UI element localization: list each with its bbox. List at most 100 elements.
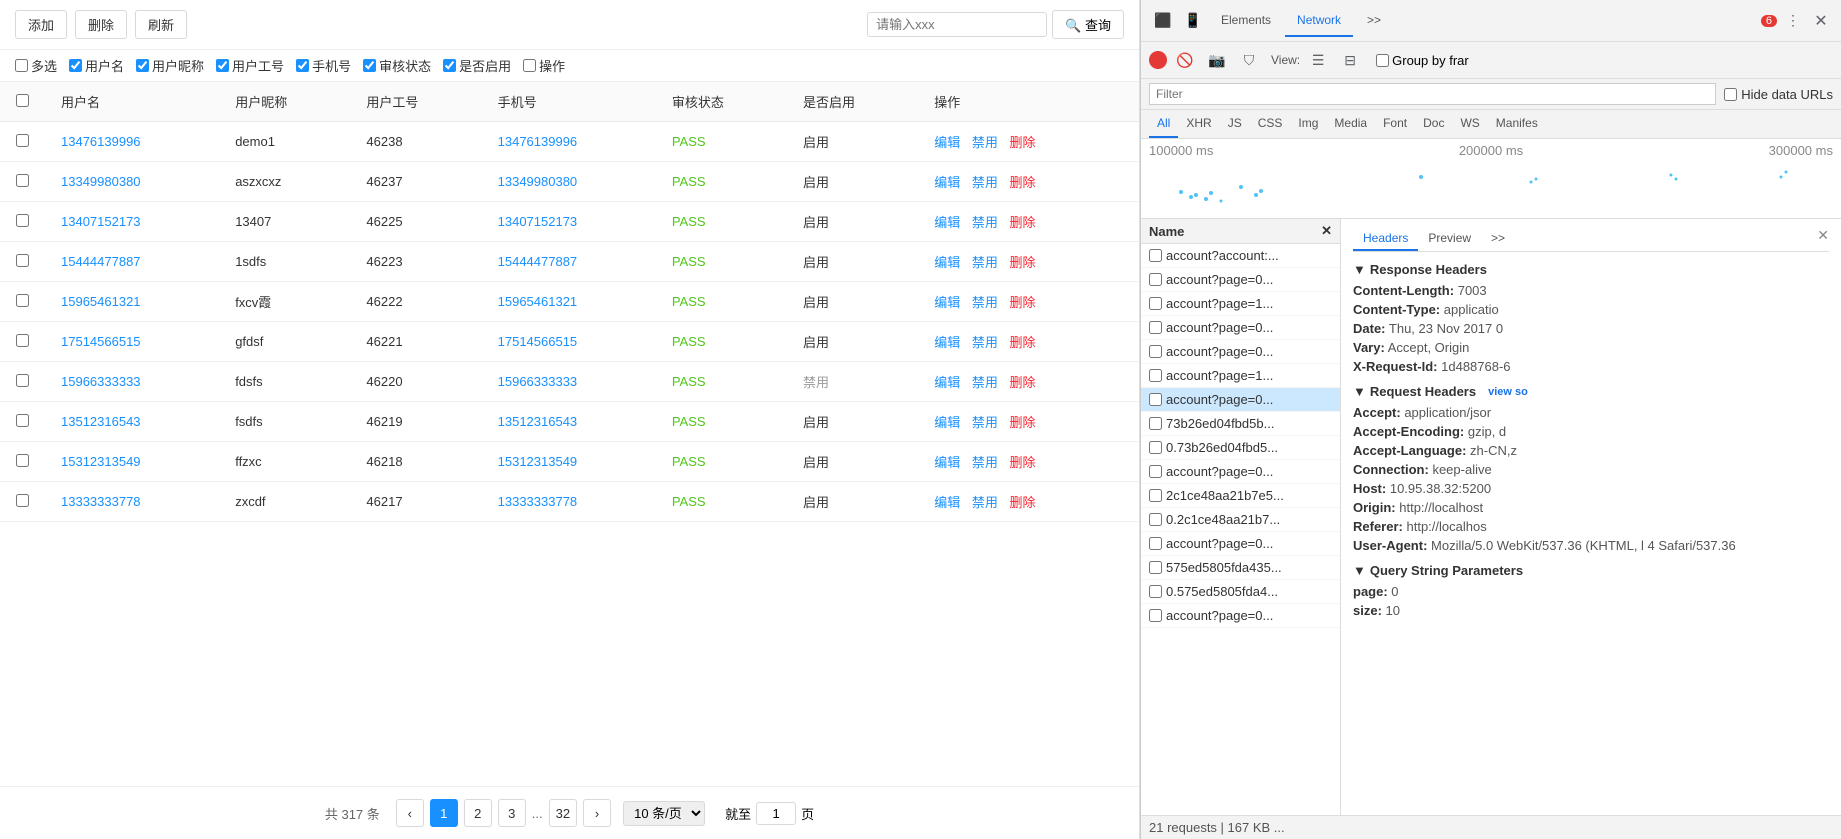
delete-button[interactable]: 删除 [1010, 332, 1036, 351]
filter-userid[interactable]: 用户工号 [216, 56, 284, 75]
delete-button[interactable]: 删除 [1010, 492, 1036, 511]
type-xhr[interactable]: XHR [1178, 110, 1219, 138]
filter-network-btn[interactable]: ⛉ [1235, 46, 1263, 74]
page-3-button[interactable]: 3 [498, 799, 526, 827]
type-js[interactable]: JS [1220, 110, 1250, 138]
list-item[interactable]: account?page=0... [1141, 268, 1340, 292]
filter-action[interactable]: 操作 [523, 56, 565, 75]
request-headers-arrow[interactable]: ▼ [1353, 384, 1366, 399]
tab-network[interactable]: Network [1285, 5, 1353, 37]
delete-button[interactable]: 删除 [1010, 412, 1036, 431]
disable-button[interactable]: 禁用 [972, 412, 998, 431]
type-all[interactable]: All [1149, 110, 1178, 138]
delete-button[interactable]: 删除 [75, 10, 127, 39]
inspect-icon-btn[interactable]: ⬛ [1149, 7, 1177, 35]
devtools-close-btn[interactable]: ✕ [1809, 9, 1833, 33]
row-checkbox[interactable] [16, 294, 29, 307]
list-item[interactable]: 0.575ed5805fda4... [1141, 580, 1340, 604]
filter-nickname[interactable]: 用户昵称 [136, 56, 204, 75]
next-page-button[interactable]: › [583, 799, 611, 827]
edit-button[interactable]: 编辑 [934, 292, 960, 311]
list-item[interactable]: account?page=0... [1141, 604, 1340, 628]
type-media[interactable]: Media [1326, 110, 1375, 138]
delete-button[interactable]: 删除 [1010, 452, 1036, 471]
delete-button[interactable]: 删除 [1010, 372, 1036, 391]
row-checkbox[interactable] [16, 414, 29, 427]
close-name-list-btn[interactable]: ✕ [1321, 223, 1332, 239]
page-1-button[interactable]: 1 [430, 799, 458, 827]
add-button[interactable]: 添加 [15, 10, 67, 39]
page-size-select[interactable]: 10 条/页 20 条/页 50 条/页 [623, 801, 705, 826]
type-ws[interactable]: WS [1452, 110, 1487, 138]
response-headers-arrow[interactable]: ▼ [1353, 262, 1366, 277]
edit-button[interactable]: 编辑 [934, 132, 960, 151]
delete-button[interactable]: 删除 [1010, 132, 1036, 151]
close-detail-btn[interactable]: ✕ [1817, 227, 1829, 251]
type-css[interactable]: CSS [1250, 110, 1291, 138]
type-manifest[interactable]: Manifes [1488, 110, 1546, 138]
detail-tab-headers[interactable]: Headers [1353, 227, 1418, 251]
row-checkbox[interactable] [16, 374, 29, 387]
disable-button[interactable]: 禁用 [972, 172, 998, 191]
query-params-arrow[interactable]: ▼ [1353, 563, 1366, 578]
record-button[interactable] [1149, 51, 1167, 69]
list-item[interactable]: 0.2c1ce48aa21b7... [1141, 508, 1340, 532]
disable-button[interactable]: 禁用 [972, 292, 998, 311]
camera-btn[interactable]: 📷 [1203, 46, 1231, 74]
list-item[interactable]: 575ed5805fda435... [1141, 556, 1340, 580]
row-checkbox[interactable] [16, 494, 29, 507]
edit-button[interactable]: 编辑 [934, 212, 960, 231]
disable-button[interactable]: 禁用 [972, 492, 998, 511]
type-doc[interactable]: Doc [1415, 110, 1452, 138]
list-item[interactable]: account?account:... [1141, 244, 1340, 268]
view-grid-btn[interactable]: ⊟ [1336, 46, 1364, 74]
row-checkbox[interactable] [16, 174, 29, 187]
delete-button[interactable]: 删除 [1010, 212, 1036, 231]
filter-enabled[interactable]: 是否启用 [443, 56, 511, 75]
row-checkbox[interactable] [16, 334, 29, 347]
filter-multi[interactable]: 多选 [15, 56, 57, 75]
delete-button[interactable]: 删除 [1010, 252, 1036, 271]
delete-button[interactable]: 删除 [1010, 292, 1036, 311]
page-2-button[interactable]: 2 [464, 799, 492, 827]
page-32-button[interactable]: 32 [549, 799, 577, 827]
edit-button[interactable]: 编辑 [934, 372, 960, 391]
search-button[interactable]: 🔍 查询 [1052, 10, 1124, 39]
prev-page-button[interactable]: ‹ [396, 799, 424, 827]
detail-tab-preview[interactable]: Preview [1418, 227, 1481, 251]
list-item[interactable]: 0.73b26ed04fbd5... [1141, 436, 1340, 460]
type-font[interactable]: Font [1375, 110, 1415, 138]
select-all-checkbox[interactable] [16, 94, 29, 107]
edit-button[interactable]: 编辑 [934, 332, 960, 351]
view-source-btn[interactable]: view so [1488, 386, 1528, 398]
filter-username[interactable]: 用户名 [69, 56, 124, 75]
disable-button[interactable]: 禁用 [972, 332, 998, 351]
delete-button[interactable]: 删除 [1010, 172, 1036, 191]
list-item[interactable]: account?page=1... [1141, 364, 1340, 388]
list-item[interactable]: account?page=0... [1141, 340, 1340, 364]
edit-button[interactable]: 编辑 [934, 492, 960, 511]
edit-button[interactable]: 编辑 [934, 412, 960, 431]
network-filter-input[interactable] [1149, 83, 1716, 105]
list-item[interactable]: 73b26ed04fbd5b... [1141, 412, 1340, 436]
goto-input[interactable] [756, 802, 796, 825]
filter-audit[interactable]: 审核状态 [363, 56, 431, 75]
tab-more-tabs[interactable]: >> [1355, 5, 1393, 37]
group-by-label[interactable]: Group by frar [1376, 53, 1469, 68]
list-item[interactable]: account?page=0... [1141, 532, 1340, 556]
view-list-btn[interactable]: ☰ [1304, 46, 1332, 74]
search-input[interactable] [867, 12, 1047, 37]
detail-tab-more[interactable]: >> [1481, 227, 1515, 251]
refresh-button[interactable]: 刷新 [135, 10, 187, 39]
row-checkbox[interactable] [16, 454, 29, 467]
list-item[interactable]: 2c1ce48aa21b7e5... [1141, 484, 1340, 508]
edit-button[interactable]: 编辑 [934, 172, 960, 191]
list-item[interactable]: account?page=0... [1141, 316, 1340, 340]
tab-elements[interactable]: Elements [1209, 5, 1283, 37]
disable-button[interactable]: 禁用 [972, 132, 998, 151]
type-img[interactable]: Img [1290, 110, 1326, 138]
disable-button[interactable]: 禁用 [972, 452, 998, 471]
filter-phone[interactable]: 手机号 [296, 56, 351, 75]
list-item[interactable]: account?page=1... [1141, 292, 1340, 316]
row-checkbox[interactable] [16, 134, 29, 147]
